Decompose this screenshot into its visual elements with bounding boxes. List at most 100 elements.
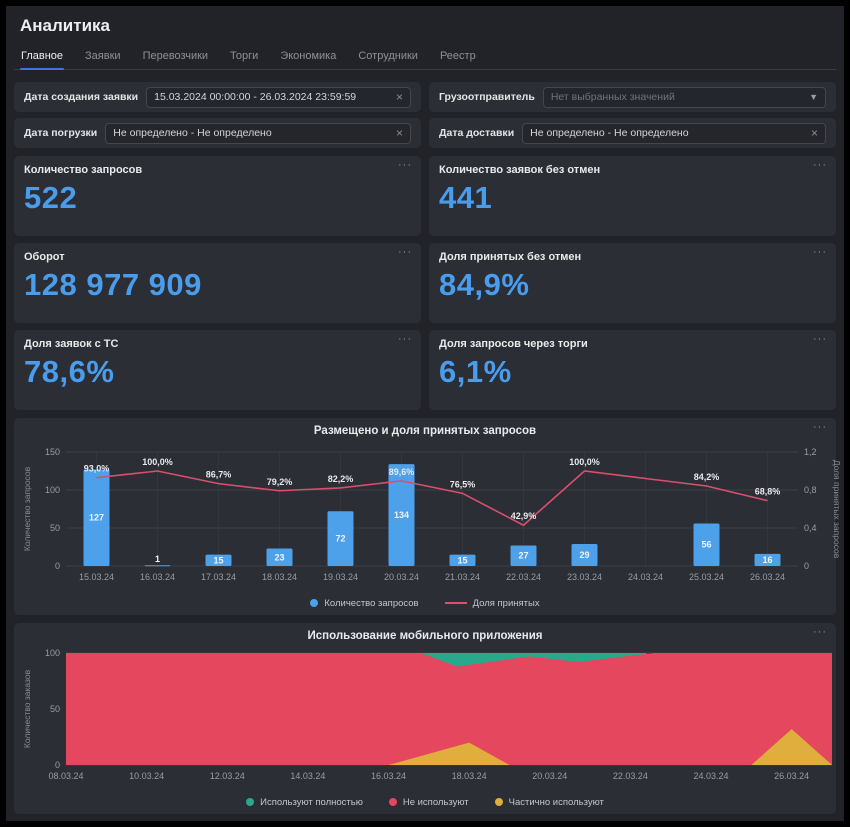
tab-registry[interactable]: Реестр [439, 46, 477, 69]
svg-text:19.03.24: 19.03.24 [323, 572, 358, 582]
filter-date-created: Дата создания заявки 15.03.2024 00:00:00… [14, 82, 421, 112]
tab-carriers[interactable]: Перевозчики [142, 46, 209, 69]
kpi-requests-count: Количество запросов 522 ··· [14, 156, 421, 236]
red-dot-icon [389, 798, 397, 806]
shipper-select[interactable]: Нет выбранных значений ▼ [543, 87, 826, 108]
screenshot-frame: Аналитика Главное Заявки Перевозчики Тор… [0, 0, 850, 827]
more-menu-icon[interactable]: ··· [813, 334, 827, 345]
combo-chart-card: Размещено и доля принятых запросов ··· 1… [14, 418, 836, 615]
svg-text:Количество заказов: Количество заказов [22, 669, 32, 748]
more-menu-icon[interactable]: ··· [813, 160, 827, 171]
combo-chart-title: Размещено и доля принятых запросов [20, 422, 830, 438]
teal-dot-icon [246, 798, 254, 806]
mobile-usage-area-chart: 08.03.2410.03.2412.03.2414.03.2416.03.24… [20, 643, 842, 787]
chevron-down-icon[interactable]: ▼ [809, 92, 818, 102]
svg-text:0,4: 0,4 [804, 523, 817, 533]
clear-icon[interactable]: × [811, 127, 818, 139]
svg-text:100,0%: 100,0% [142, 457, 173, 467]
legend-item-accepted[interactable]: Доля принятых [445, 598, 540, 609]
date-delivery-value: Не определено - Не определено [530, 127, 805, 139]
combo-bar-line-chart: 15.03.2416.03.2417.03.2418.03.2419.03.24… [20, 438, 842, 588]
legend-item-partial-use[interactable]: Частично используют [495, 797, 604, 808]
more-menu-icon[interactable]: ··· [398, 247, 412, 258]
kpi-value: 128 977 909 [24, 267, 411, 303]
area-chart-card: Использование мобильного приложения ··· … [14, 623, 836, 814]
svg-text:0,8: 0,8 [804, 485, 817, 495]
svg-text:10.03.24: 10.03.24 [129, 771, 164, 781]
legend-label: Не используют [403, 797, 469, 808]
yellow-dot-icon [495, 798, 503, 806]
svg-text:21.03.24: 21.03.24 [445, 572, 480, 582]
svg-text:100,0%: 100,0% [569, 457, 600, 467]
more-menu-icon[interactable]: ··· [813, 422, 827, 433]
svg-text:93,0%: 93,0% [84, 464, 110, 474]
date-loading-input[interactable]: Не определено - Не определено × [105, 123, 411, 144]
svg-text:27: 27 [518, 551, 528, 561]
svg-text:50: 50 [50, 523, 60, 533]
svg-text:26.03.24: 26.03.24 [750, 572, 785, 582]
date-loading-value: Не определено - Не определено [113, 127, 390, 139]
tab-requests[interactable]: Заявки [84, 46, 122, 69]
kpi-title: Количество запросов [24, 164, 411, 176]
svg-text:23.03.24: 23.03.24 [567, 572, 602, 582]
legend-label: Частично используют [509, 797, 604, 808]
svg-text:12.03.24: 12.03.24 [210, 771, 245, 781]
svg-text:14.03.24: 14.03.24 [290, 771, 325, 781]
filter-shipper-label: Грузоотправитель [439, 91, 535, 103]
kpi-value: 6,1% [439, 354, 826, 390]
filter-panel: Дата создания заявки 15.03.2024 00:00:00… [14, 82, 836, 148]
date-created-input[interactable]: 15.03.2024 00:00:00 - 26.03.2024 23:59:5… [146, 87, 411, 108]
more-menu-icon[interactable]: ··· [813, 627, 827, 638]
kpi-title: Доля запросов через торги [439, 338, 826, 350]
filter-date-delivery-label: Дата доставки [439, 127, 514, 139]
filter-shipper: Грузоотправитель Нет выбранных значений … [429, 82, 836, 112]
svg-text:15: 15 [457, 555, 467, 565]
svg-text:86,7%: 86,7% [206, 470, 232, 480]
tab-employees[interactable]: Сотрудники [357, 46, 419, 69]
kpi-value: 522 [24, 180, 411, 216]
svg-text:15: 15 [213, 555, 223, 565]
legend-label: Количество запросов [324, 598, 418, 609]
kpi-value: 84,9% [439, 267, 826, 303]
svg-text:18.03.24: 18.03.24 [262, 572, 297, 582]
svg-text:76,5%: 76,5% [450, 479, 476, 489]
svg-text:23: 23 [274, 552, 284, 562]
legend-item-requests[interactable]: Количество запросов [310, 598, 418, 609]
svg-text:50: 50 [50, 704, 60, 714]
page-title: Аналитика [14, 14, 836, 36]
svg-text:08.03.24: 08.03.24 [48, 771, 83, 781]
blue-dot-icon [310, 599, 318, 607]
shipper-placeholder: Нет выбранных значений [551, 91, 803, 103]
tab-auctions[interactable]: Торги [229, 46, 259, 69]
date-delivery-input[interactable]: Не определено - Не определено × [522, 123, 826, 144]
kpi-auction-share: Доля запросов через торги 6,1% ··· [429, 330, 836, 410]
kpi-title: Оборот [24, 251, 411, 263]
tab-main[interactable]: Главное [20, 46, 64, 69]
tab-economics[interactable]: Экономика [279, 46, 337, 69]
more-menu-icon[interactable]: ··· [398, 334, 412, 345]
tab-bar: Главное Заявки Перевозчики Торги Экономи… [14, 46, 836, 70]
kpi-title: Доля заявок с ТС [24, 338, 411, 350]
clear-icon[interactable]: × [396, 127, 403, 139]
more-menu-icon[interactable]: ··· [398, 160, 412, 171]
area-chart-legend: Используют полностью Не используют Части… [20, 792, 830, 812]
more-menu-icon[interactable]: ··· [813, 247, 827, 258]
svg-text:100: 100 [45, 485, 60, 495]
kpi-turnover: Оборот 128 977 909 ··· [14, 243, 421, 323]
kpi-value: 78,6% [24, 354, 411, 390]
kpi-with-vehicle-share: Доля заявок с ТС 78,6% ··· [14, 330, 421, 410]
svg-text:20.03.24: 20.03.24 [384, 572, 419, 582]
svg-text:134: 134 [394, 510, 409, 520]
analytics-dashboard: Аналитика Главное Заявки Перевозчики Тор… [6, 6, 844, 821]
svg-text:72: 72 [335, 534, 345, 544]
svg-text:100: 100 [45, 648, 60, 658]
svg-text:150: 150 [45, 447, 60, 457]
svg-text:22.03.24: 22.03.24 [506, 572, 541, 582]
legend-item-no-use[interactable]: Не используют [389, 797, 469, 808]
legend-label: Доля принятых [473, 598, 540, 609]
svg-text:Количество запросов: Количество запросов [22, 466, 32, 551]
svg-text:18.03.24: 18.03.24 [452, 771, 487, 781]
legend-item-full-use[interactable]: Используют полностью [246, 797, 363, 808]
clear-icon[interactable]: × [396, 91, 403, 103]
svg-text:17.03.24: 17.03.24 [201, 572, 236, 582]
